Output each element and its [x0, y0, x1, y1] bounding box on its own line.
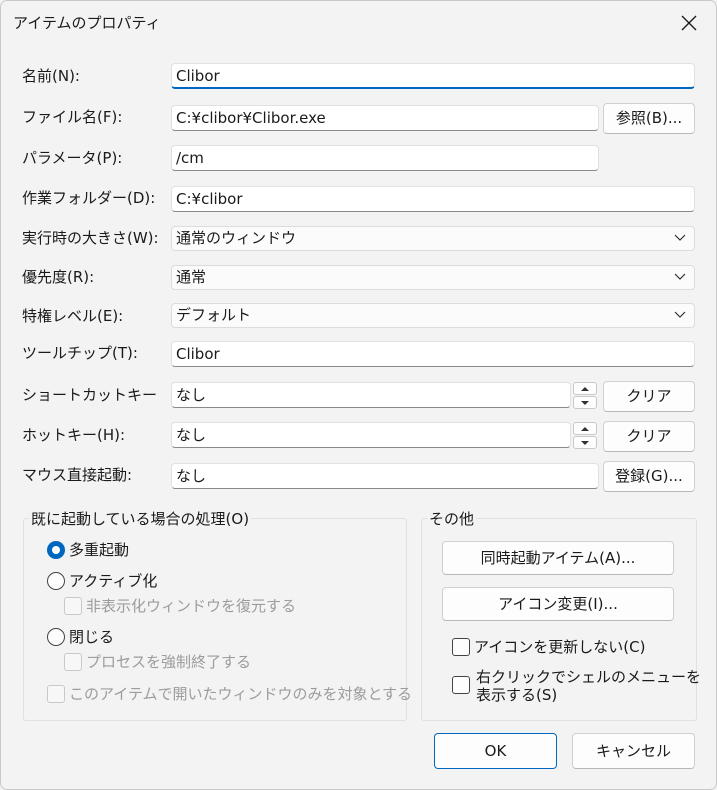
shell-menu-label-line2: 表示する(S) — [476, 686, 558, 704]
activate-radio[interactable] — [47, 572, 65, 590]
tooltip-input[interactable]: Clibor — [171, 341, 695, 367]
shortcut-input[interactable]: なし — [171, 382, 571, 408]
chevron-down-icon — [674, 311, 686, 318]
filename-input[interactable]: C:¥clibor¥Clibor.exe — [171, 105, 599, 131]
privilege-label: 特権レベル(E): — [22, 307, 124, 325]
priority-select[interactable]: 通常 — [171, 265, 695, 290]
name-input[interactable]: Clibor — [171, 63, 695, 89]
spin-down-button[interactable] — [573, 396, 597, 409]
no-update-icon-label: アイコンを更新しない(C) — [474, 638, 646, 656]
shortcut-label: ショートカットキー — [22, 386, 158, 404]
only-opened-checkbox[interactable] — [47, 685, 65, 703]
tooltip-label: ツールチップ(T): — [22, 344, 138, 362]
spin-up-button[interactable] — [573, 422, 597, 435]
privilege-select[interactable]: デフォルト — [171, 303, 695, 328]
shortcut-spinner[interactable] — [573, 382, 597, 410]
chevron-down-icon — [674, 234, 686, 241]
filename-label: ファイル名(F): — [22, 108, 123, 126]
spin-down-button[interactable] — [573, 436, 597, 449]
already-running-title: 既に起動している場合の処理(O) — [29, 509, 252, 529]
runsize-label: 実行時の大きさ(W): — [22, 229, 159, 247]
hotkey-clear-button[interactable]: クリア — [603, 421, 695, 452]
mouse-input[interactable]: なし — [171, 463, 599, 489]
workdir-label: 作業フォルダー(D): — [22, 189, 156, 207]
chevron-down-icon — [674, 273, 686, 280]
cancel-button[interactable]: キャンセル — [572, 733, 695, 769]
simultaneous-button[interactable]: 同時起動アイテム(A)... — [442, 541, 674, 575]
close-label: 閉じる — [69, 628, 115, 646]
runsize-select[interactable]: 通常のウィンドウ — [171, 226, 695, 251]
force-kill-checkbox[interactable] — [64, 653, 82, 671]
title-bar[interactable]: アイテムのプロパティ — [1, 1, 716, 45]
multi-launch-label: 多重起動 — [69, 541, 130, 559]
only-opened-label: このアイテムで開いたウィンドウのみを対象とする — [69, 685, 413, 703]
triangle-up-icon — [581, 387, 589, 391]
hotkey-label: ホットキー(H): — [22, 426, 126, 444]
priority-label: 優先度(R): — [22, 268, 95, 286]
priority-value: 通常 — [176, 268, 207, 286]
force-kill-label: プロセスを強制終了する — [86, 653, 252, 671]
multi-launch-radio[interactable] — [47, 541, 65, 559]
runsize-value: 通常のウィンドウ — [176, 229, 297, 247]
shortcut-clear-button[interactable]: クリア — [603, 381, 695, 412]
other-title: その他 — [427, 509, 477, 529]
parameters-input[interactable]: /cm — [171, 145, 599, 171]
shell-menu-checkbox[interactable] — [452, 676, 470, 694]
change-icon-button[interactable]: アイコン変更(I)... — [442, 587, 674, 621]
activate-label: アクティブ化 — [69, 572, 158, 590]
parameters-label: パラメータ(P): — [22, 149, 123, 167]
window-title: アイテムのプロパティ — [13, 14, 161, 32]
restore-hidden-label: 非表示化ウィンドウを復元する — [86, 597, 297, 615]
no-update-icon-checkbox[interactable] — [452, 638, 470, 656]
name-label: 名前(N): — [22, 67, 80, 85]
ok-button[interactable]: OK — [434, 733, 557, 769]
restore-hidden-checkbox[interactable] — [64, 597, 82, 615]
register-button[interactable]: 登録(G)... — [603, 461, 695, 492]
triangle-up-icon — [581, 427, 589, 431]
workdir-input[interactable]: C:¥clibor — [171, 186, 695, 212]
browse-button[interactable]: 参照(B)... — [603, 103, 695, 134]
spin-up-button[interactable] — [573, 382, 597, 395]
triangle-down-icon — [581, 441, 589, 445]
privilege-value: デフォルト — [176, 306, 252, 324]
properties-dialog: アイテムのプロパティ 名前(N): Clibor ファイル名(F): C:¥cl… — [0, 0, 717, 790]
hotkey-input[interactable]: なし — [171, 422, 571, 448]
hotkey-spinner[interactable] — [573, 422, 597, 450]
close-icon[interactable] — [677, 11, 701, 35]
shell-menu-label-line1: 右クリックでシェルのメニューを — [476, 668, 702, 686]
triangle-down-icon — [581, 401, 589, 405]
mouse-label: マウス直接起動: — [22, 466, 133, 484]
close-radio[interactable] — [47, 628, 65, 646]
